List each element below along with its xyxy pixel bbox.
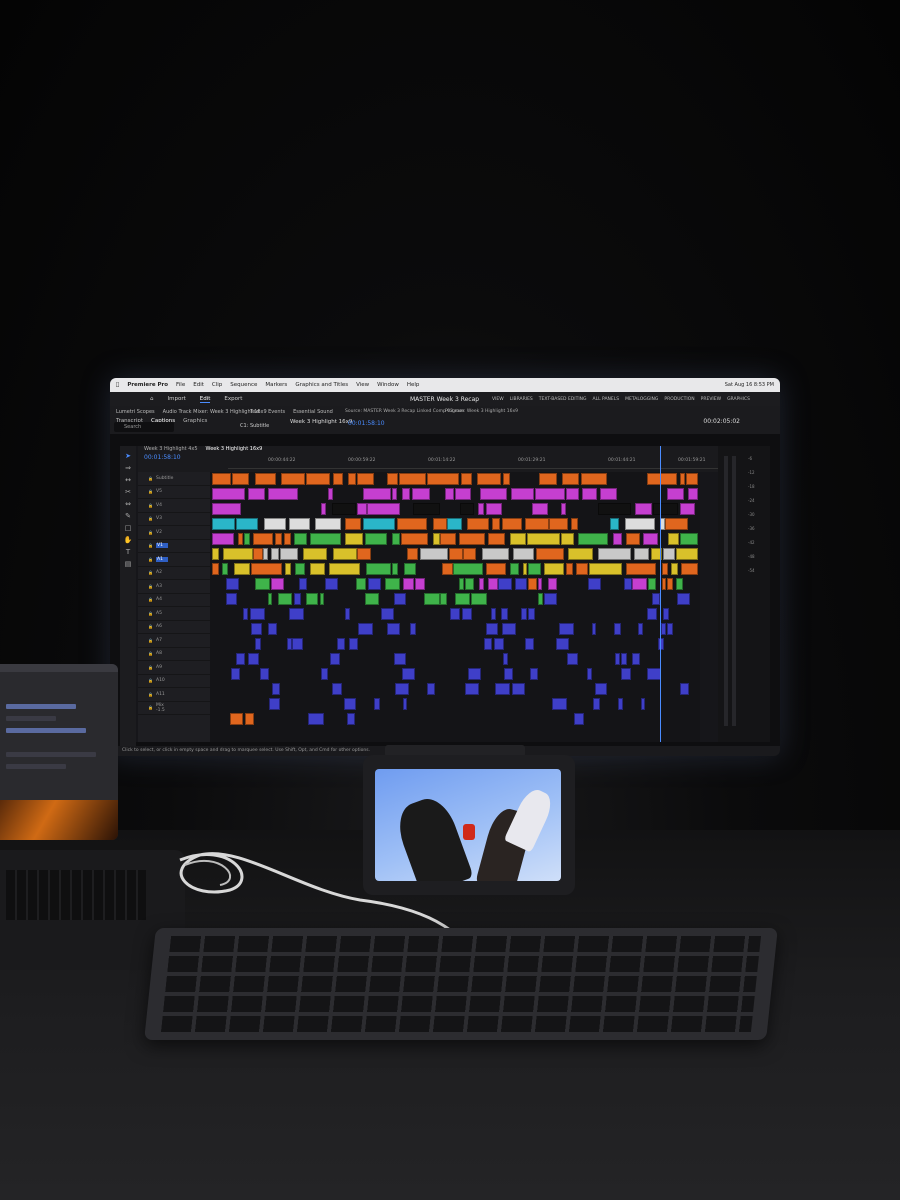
key-row [163,996,755,1012]
desktop-keyboard [144,928,778,1040]
key-row [169,936,762,952]
key-row [160,1016,753,1032]
key-row [165,976,757,992]
key-row [167,956,759,972]
